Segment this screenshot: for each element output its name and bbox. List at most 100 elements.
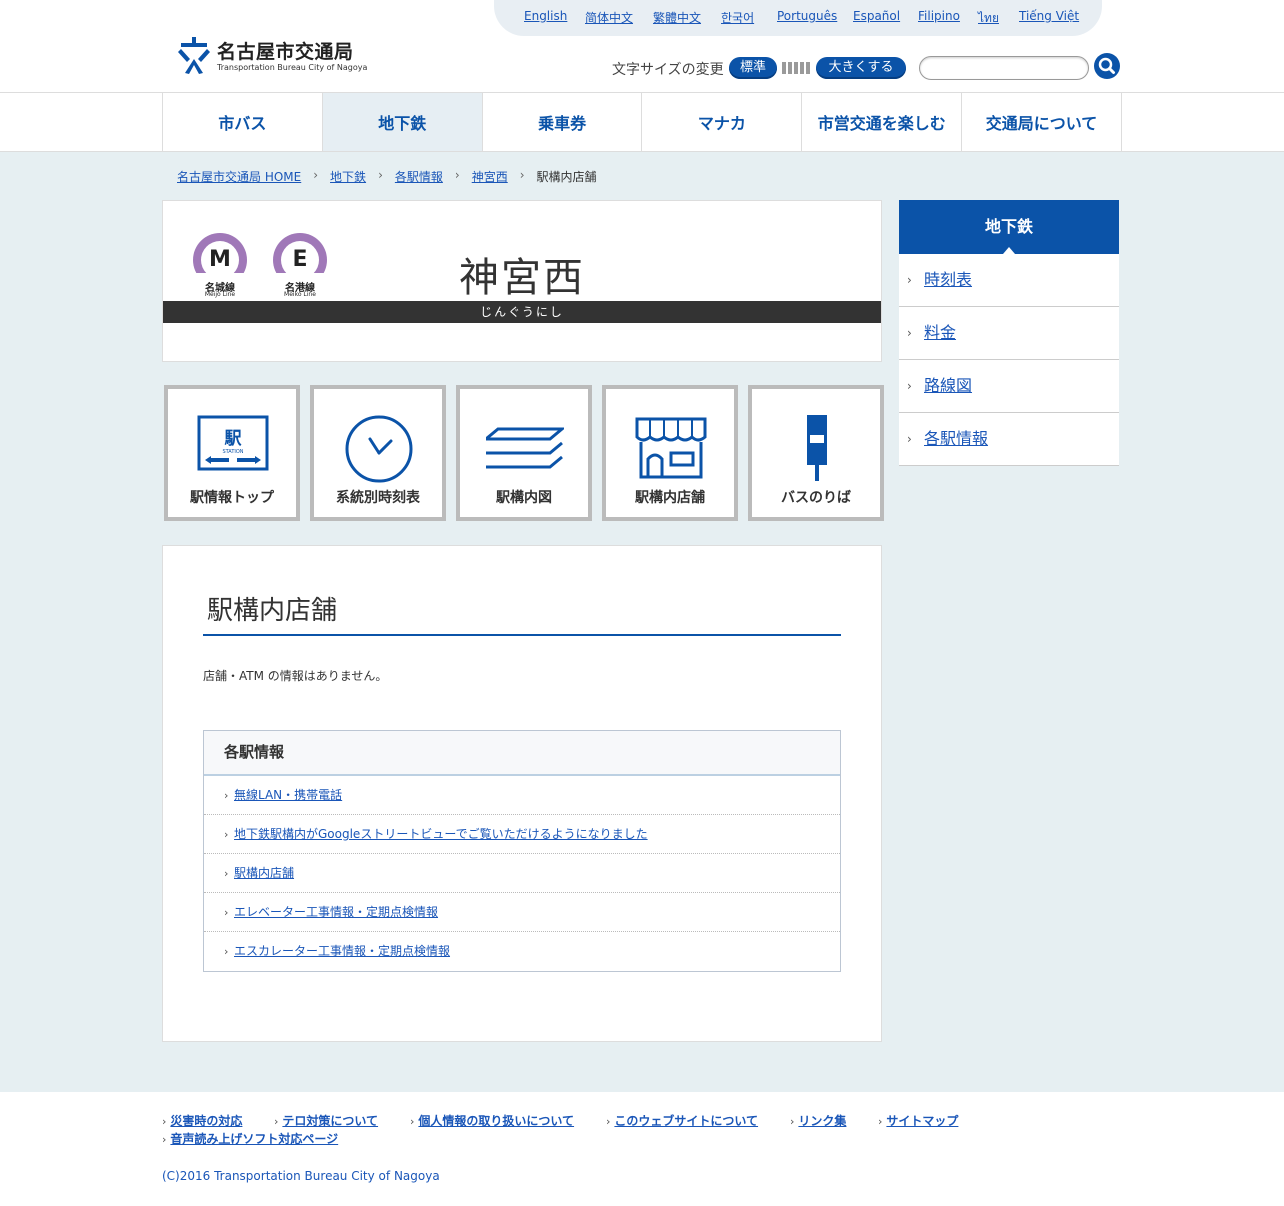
chevron-right-icon: › bbox=[907, 273, 912, 287]
breadcrumb-separator-icon: › bbox=[454, 168, 460, 182]
lang-link-english[interactable]: English bbox=[524, 9, 567, 23]
gnav-about[interactable]: 交通局について bbox=[962, 93, 1122, 151]
breadcrumb-home[interactable]: 名古屋市交通局 HOME bbox=[177, 168, 301, 185]
footer-link-item: › 災害時の対応 bbox=[162, 1112, 242, 1129]
breadcrumb-station-info[interactable]: 各駅情報 bbox=[395, 168, 443, 185]
site-logo[interactable]: 名古屋市交通局 Transportation Bureau City of Na… bbox=[177, 37, 367, 77]
clock-icon bbox=[345, 415, 413, 483]
title-divider bbox=[203, 634, 841, 636]
sidebar-item-station-info: › 各駅情報 bbox=[899, 413, 1119, 466]
copyright: (C)2016 Transportation Bureau City of Na… bbox=[162, 1169, 440, 1183]
line-name-en: Meijo Line bbox=[204, 291, 236, 298]
list-item: › 無線LAN・携帯電話 bbox=[204, 776, 840, 815]
footer-link-sitemap[interactable]: サイトマップ bbox=[886, 1114, 958, 1128]
lang-link-simplified-chinese[interactable]: 简体中文 bbox=[585, 9, 633, 26]
chevron-right-icon: › bbox=[790, 1115, 795, 1128]
footer-link-screen-reader[interactable]: 音声読み上げソフト対応ページ bbox=[170, 1132, 338, 1146]
footer-link-item: › テロ対策について bbox=[274, 1112, 378, 1129]
svg-text:駅: 駅 bbox=[224, 429, 243, 449]
tile-floor-map[interactable]: 駅構内図 bbox=[456, 385, 592, 521]
font-size-larger-button[interactable]: 大きくする bbox=[816, 57, 906, 79]
sidebar-item-timetable: › 時刻表 bbox=[899, 254, 1119, 307]
chevron-right-icon: › bbox=[907, 432, 912, 446]
breadcrumb-separator-icon: › bbox=[313, 168, 319, 182]
station-sign-icon: 駅 STATION bbox=[197, 415, 269, 471]
list-item-link[interactable]: エスカレーター工事情報・定期点検情報 bbox=[234, 944, 450, 958]
layers-icon bbox=[486, 427, 564, 469]
sidebar-item-fares: › 料金 bbox=[899, 307, 1119, 360]
chevron-right-icon: › bbox=[907, 379, 912, 393]
line-badge-meiko: E 名港線 Meiko Line bbox=[273, 233, 327, 299]
breadcrumb-subway[interactable]: 地下鉄 bbox=[330, 168, 366, 185]
list-item: › エレベーター工事情報・定期点検情報 bbox=[204, 893, 840, 932]
sidebar-item-link[interactable]: 時刻表 bbox=[924, 270, 972, 289]
tile-timetable[interactable]: 系統別時刻表 bbox=[310, 385, 446, 521]
list-item: › エスカレーター工事情報・定期点検情報 bbox=[204, 932, 840, 971]
footer-link-item: › 個人情報の取り扱いについて bbox=[410, 1112, 574, 1129]
main-content: 駅構内店舗 店舗・ATM の情報はありません。 各駅情報 › 無線LAN・携帯電… bbox=[162, 545, 882, 1042]
tile-station-top[interactable]: 駅 STATION 駅情報トップ bbox=[164, 385, 300, 521]
breadcrumb-separator-icon: › bbox=[378, 168, 383, 182]
lang-link-filipino[interactable]: Filipino bbox=[918, 9, 960, 23]
gnav-enjoy[interactable]: 市営交通を楽しむ bbox=[802, 93, 963, 151]
lang-link-traditional-chinese[interactable]: 繁體中文 bbox=[653, 9, 701, 26]
breadcrumb-current: 駅構内店舗 bbox=[536, 170, 597, 184]
chevron-right-icon: › bbox=[224, 867, 229, 880]
line-badge-meijo: M 名城線 Meijo Line bbox=[193, 233, 247, 299]
footer-link-item: › 音声読み上げソフト対応ページ bbox=[162, 1130, 338, 1147]
language-bar: English 简体中文 繁體中文 한국어 Português Español … bbox=[494, 0, 1102, 36]
station-kana: じんぐうにし bbox=[163, 301, 881, 323]
list-item-link[interactable]: エレベーター工事情報・定期点検情報 bbox=[234, 905, 438, 919]
chevron-right-icon: › bbox=[907, 326, 912, 340]
list-item-link[interactable]: 地下鉄駅構内がGoogleストリートビューでご覧いただけるようになりました bbox=[234, 827, 648, 841]
footer-link-terror[interactable]: テロ対策について bbox=[282, 1114, 378, 1128]
footer-link-item: › このウェブサイトについて bbox=[606, 1112, 758, 1129]
footer-link-item: › サイトマップ bbox=[878, 1112, 958, 1129]
font-size-standard-button[interactable]: 標準 bbox=[729, 57, 777, 79]
search-icon bbox=[1098, 57, 1115, 74]
gnav-subway[interactable]: 地下鉄 bbox=[322, 93, 483, 151]
footer-link-links[interactable]: リンク集 bbox=[798, 1114, 846, 1128]
logo-subtitle: Transportation Bureau City of Nagoya bbox=[217, 63, 368, 72]
sidebar-item-link[interactable]: 各駅情報 bbox=[924, 429, 988, 448]
sidebar-notch bbox=[1003, 247, 1015, 254]
breadcrumb-station[interactable]: 神宮西 bbox=[472, 168, 508, 185]
lang-link-vietnamese[interactable]: Tiếng Việt bbox=[1019, 9, 1079, 23]
chevron-right-icon: › bbox=[224, 789, 229, 802]
tile-label: バスのりば bbox=[781, 490, 851, 506]
station-info-list-title: 各駅情報 bbox=[204, 731, 840, 776]
lang-link-spanish[interactable]: Español bbox=[853, 9, 900, 23]
sidebar-item-link[interactable]: 路線図 bbox=[924, 376, 972, 395]
font-size-label: 文字サイズの変更 bbox=[612, 62, 724, 78]
tile-label: 駅構内店舗 bbox=[635, 490, 705, 506]
sidebar-item-route-map: › 路線図 bbox=[899, 360, 1119, 413]
footer-link-about-site[interactable]: このウェブサイトについて bbox=[614, 1114, 758, 1128]
sidebar-item-link[interactable]: 料金 bbox=[924, 323, 956, 342]
chevron-right-icon: › bbox=[410, 1115, 415, 1128]
footer-link-privacy[interactable]: 個人情報の取り扱いについて bbox=[418, 1114, 574, 1128]
gnav-tickets[interactable]: 乗車券 bbox=[483, 93, 643, 151]
bus-stop-icon bbox=[807, 415, 827, 481]
list-item-link[interactable]: 駅構内店舗 bbox=[234, 866, 294, 880]
gnav-city-bus[interactable]: 市バス bbox=[163, 93, 323, 151]
lang-link-thai[interactable]: ไทย bbox=[978, 9, 999, 28]
list-item-link[interactable]: 無線LAN・携帯電話 bbox=[234, 788, 342, 802]
tile-label: 駅構内図 bbox=[496, 490, 552, 506]
chevron-right-icon: › bbox=[224, 828, 229, 841]
station-name: 神宮西 bbox=[459, 255, 585, 301]
gnav-manaca[interactable]: マナカ bbox=[642, 93, 803, 151]
tile-bus-stops[interactable]: バスのりば bbox=[748, 385, 884, 521]
footer-link-disaster[interactable]: 災害時の対応 bbox=[170, 1114, 242, 1128]
tile-label: 系統別時刻表 bbox=[336, 490, 420, 506]
lang-link-korean[interactable]: 한국어 bbox=[721, 9, 754, 26]
chevron-right-icon: › bbox=[224, 906, 229, 919]
global-nav: 市バス 地下鉄 乗車券 マナカ 市営交通を楽しむ 交通局について bbox=[0, 92, 1284, 152]
chevron-right-icon: › bbox=[224, 945, 229, 958]
search-button[interactable] bbox=[1094, 53, 1120, 79]
footer-link-item: › リンク集 bbox=[790, 1112, 846, 1129]
page-title: 駅構内店舗 bbox=[207, 596, 338, 626]
sidebar-title[interactable]: 地下鉄 bbox=[899, 200, 1119, 254]
search-input[interactable] bbox=[919, 56, 1089, 80]
lang-link-portuguese[interactable]: Português bbox=[777, 9, 837, 23]
tile-shops[interactable]: 駅構内店舗 bbox=[602, 385, 738, 521]
